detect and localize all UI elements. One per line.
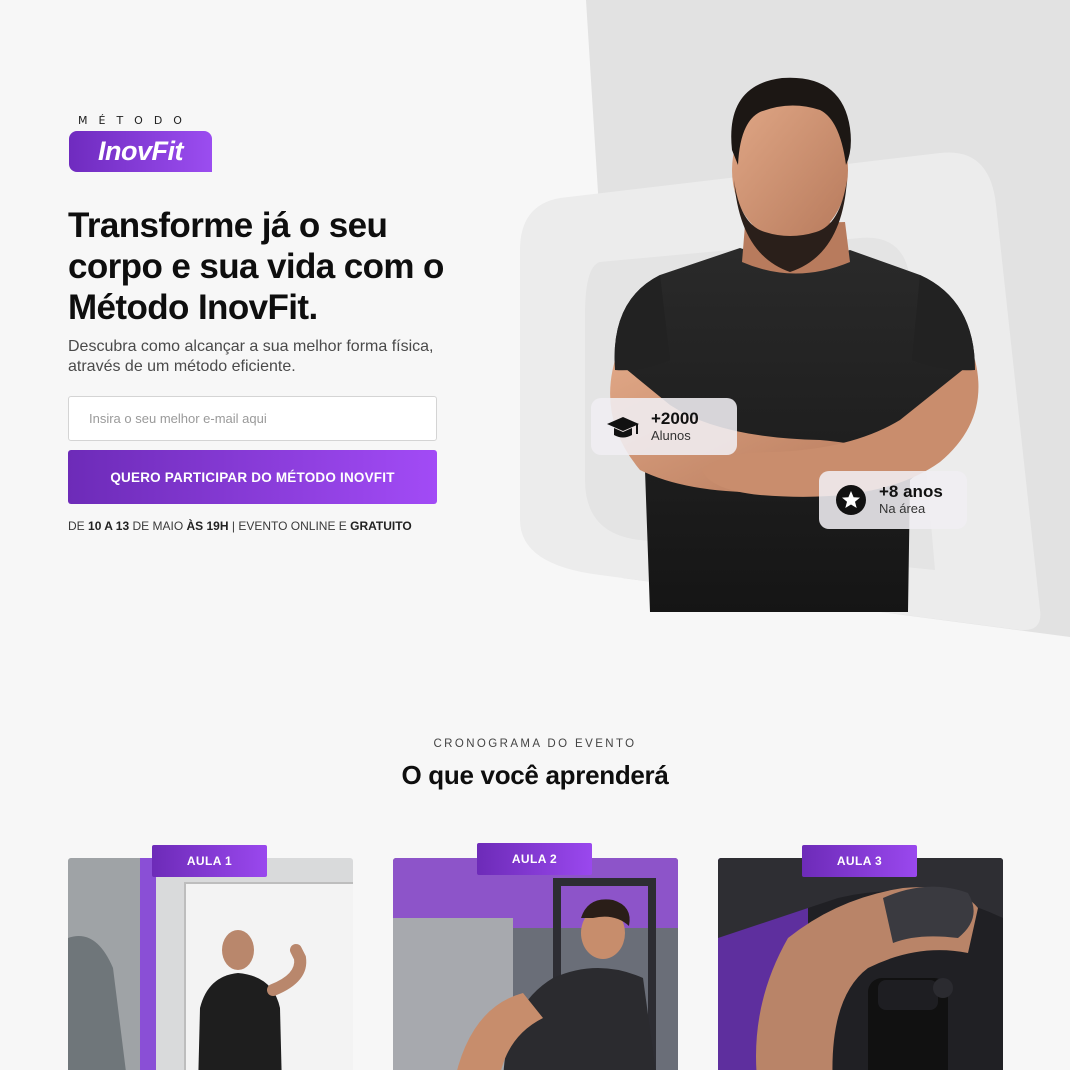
- hero-subtitle: Descubra como alcançar a sua melhor form…: [68, 338, 434, 375]
- stat-years-value: +8 anos: [879, 482, 943, 501]
- coach-photo: [610, 77, 979, 612]
- event-prefix: DE: [68, 519, 89, 533]
- event-month: DE MAIO: [129, 519, 187, 533]
- event-info: DE 10 A 13 DE MAIO ÀS 19H | EVENTO ONLIN…: [68, 519, 448, 533]
- schedule-title: O que você aprenderá: [401, 760, 669, 790]
- lesson-1-tag: AULA 1: [152, 845, 267, 877]
- stat-students: +2000 Alunos: [591, 398, 737, 455]
- join-method-button[interactable]: QUERO PARTICIPAR DO MÉTODO INOVFIT: [68, 450, 437, 504]
- lesson-3-card[interactable]: [718, 858, 1003, 1070]
- stat-students-value: +2000: [651, 408, 699, 428]
- star-icon: [836, 485, 866, 515]
- schedule-kicker: CRONOGRAMA DO EVENTO: [433, 738, 637, 750]
- hero-title: Transforme já o seu corpo e sua vida com…: [68, 206, 444, 327]
- stat-years-label: Na área: [879, 501, 926, 516]
- lesson-1-image: [68, 858, 353, 1070]
- lesson-1-card[interactable]: [68, 858, 353, 1070]
- event-time: ÀS 19H: [186, 519, 229, 533]
- event-dates: 10 A 13: [88, 519, 130, 533]
- stat-years: +8 anos Na área: [819, 471, 967, 529]
- lesson-3-image: [718, 858, 1003, 1070]
- graduation-cap-icon: [607, 416, 639, 437]
- lesson-2-tag: AULA 2: [477, 843, 592, 875]
- email-input[interactable]: [68, 396, 437, 441]
- logo-wordmark: InovFit: [69, 131, 212, 172]
- event-price: GRATUITO: [350, 519, 412, 533]
- event-separator: | EVENTO ONLINE E: [228, 519, 351, 533]
- brand-logo: MÉTODO InovFit: [69, 114, 213, 172]
- lesson-2-card[interactable]: [393, 858, 678, 1070]
- lesson-2-image: [393, 858, 678, 1070]
- lesson-3-tag: AULA 3: [802, 845, 917, 877]
- stat-students-label: Alunos: [651, 427, 691, 443]
- logo-kicker: MÉTODO: [78, 114, 193, 127]
